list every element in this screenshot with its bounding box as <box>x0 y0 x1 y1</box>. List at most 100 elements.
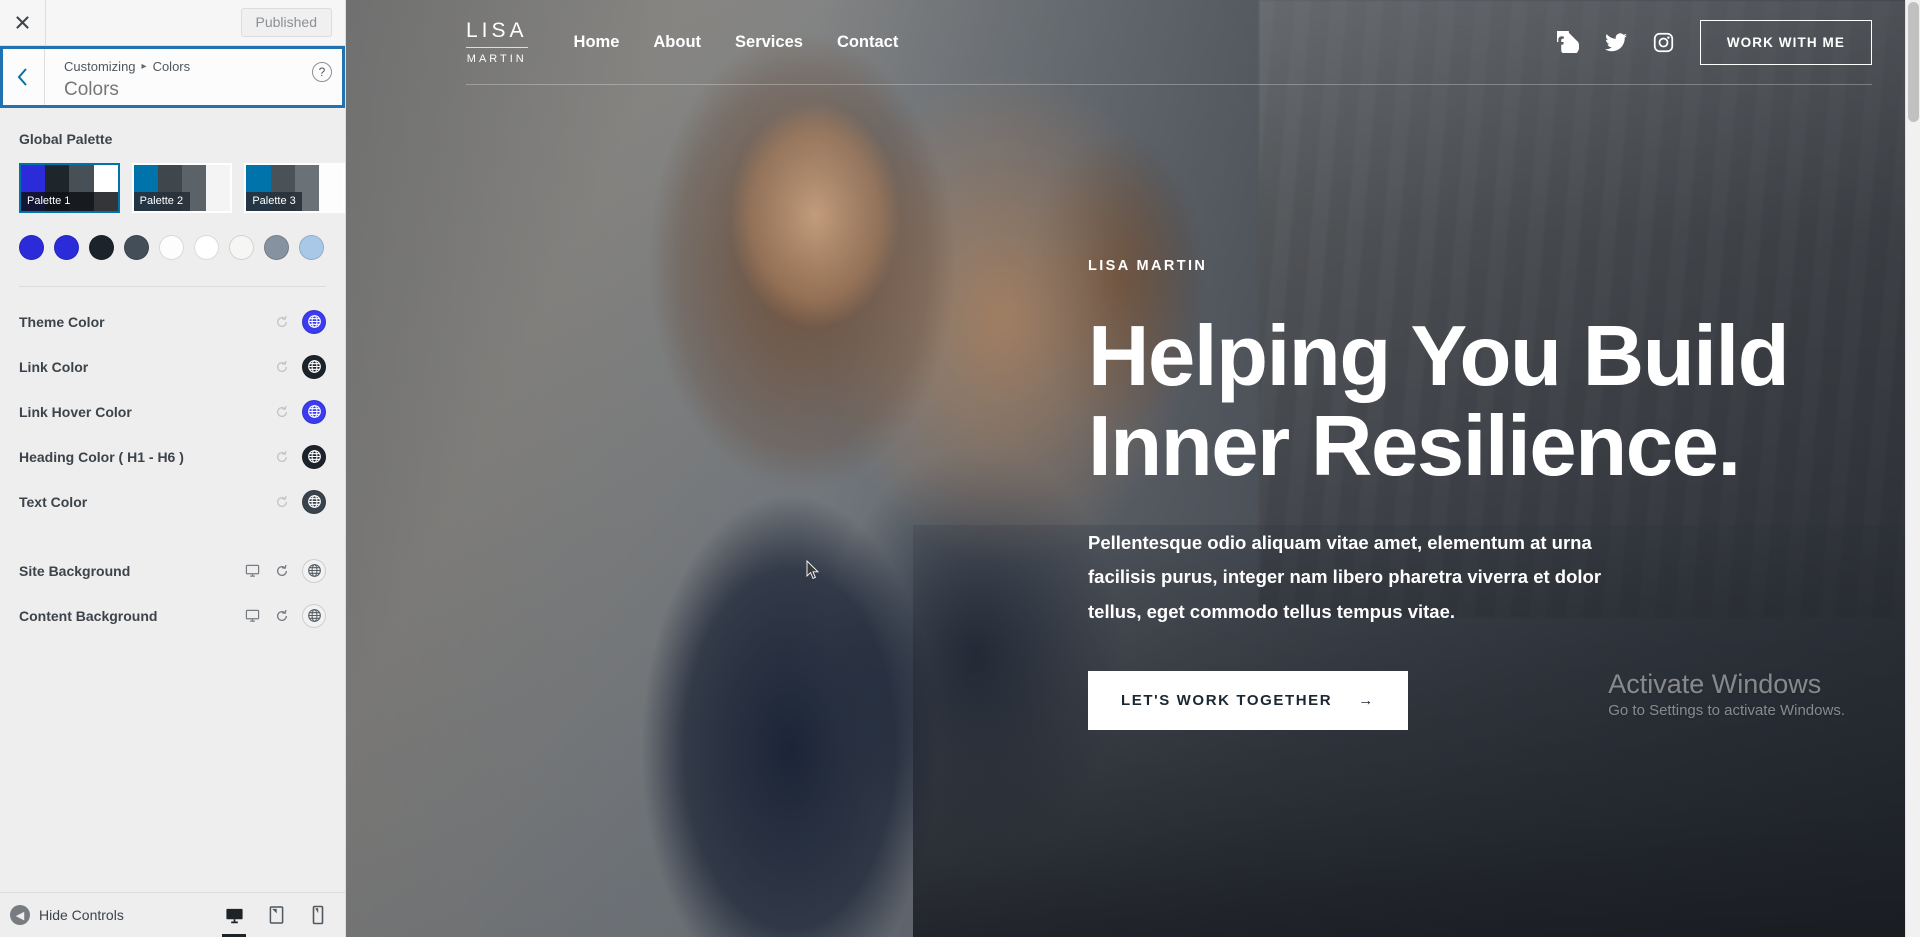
site-preview: LISA MARTIN Home About Services Contact <box>346 0 1920 937</box>
desktop-preview-button[interactable] <box>221 899 247 937</box>
palette-swatch-8[interactable] <box>264 235 289 260</box>
publish-button[interactable]: Published <box>240 8 332 37</box>
reset-heading-color-button[interactable] <box>272 447 292 467</box>
color-controls-group-1: Theme Color Link Color Link Hover Color … <box>0 287 345 524</box>
twitter-icon[interactable] <box>1604 32 1627 52</box>
header-cta-button[interactable]: WORK WITH ME <box>1699 19 1872 65</box>
heading-color-swatch-button[interactable] <box>302 444 326 469</box>
close-customizer-button[interactable] <box>0 0 46 45</box>
palette-swatch-1[interactable] <box>19 235 44 260</box>
desktop-icon <box>225 908 243 923</box>
globe-icon <box>307 495 321 508</box>
hero-cta-button[interactable]: LET'S WORK TOGETHER → <box>1088 670 1408 730</box>
palette-swatch-6[interactable] <box>194 235 219 260</box>
preview-scrollbar[interactable] <box>1905 0 1920 937</box>
palette-option-3[interactable]: Palette 3 <box>244 163 345 213</box>
palette-option-2[interactable]: Palette 2 <box>131 163 233 213</box>
hero-heading: Helping You Build Inner Resilience. <box>1088 309 1808 495</box>
control-link-color: Link Color <box>0 344 345 389</box>
customizer-panel-header: Customizing ▸ Colors Colors ? <box>0 46 345 108</box>
palette-swatch-9[interactable] <box>299 235 324 260</box>
reset-link-hover-color-button[interactable] <box>272 402 292 422</box>
nav-item-services[interactable]: Services <box>735 33 803 52</box>
hero-heading-line1: Helping You Build <box>1088 309 1790 404</box>
reset-text-color-button[interactable] <box>272 492 292 512</box>
reset-icon <box>276 450 288 462</box>
panel-header-text: Customizing ▸ Colors Colors <box>45 49 312 105</box>
hide-controls-label: Hide Controls <box>39 907 124 923</box>
palette-option-2-label: Palette 2 <box>133 191 190 211</box>
site-logo[interactable]: LISA MARTIN <box>466 19 528 65</box>
control-content-background-label: Content Background <box>19 607 158 624</box>
reset-link-color-button[interactable] <box>272 357 292 377</box>
reset-content-background-button[interactable] <box>272 606 292 626</box>
palette-swatch-7[interactable] <box>229 235 254 260</box>
tablet-preview-button[interactable] <box>263 899 289 931</box>
control-text-color-label: Text Color <box>19 493 88 510</box>
globe-icon <box>307 450 321 463</box>
customizer-screen: Published Customizing ▸ Colors Colors ? … <box>0 0 1920 937</box>
theme-color-swatch-button[interactable] <box>302 309 326 334</box>
windows-activation-watermark: Activate Windows Go to Settings to activ… <box>1608 668 1845 719</box>
link-hover-color-swatch-button[interactable] <box>302 399 326 424</box>
hero-heading-line2: Inner Resilience. <box>1088 399 1741 495</box>
palette-swatch-4[interactable] <box>124 235 149 260</box>
site-logo-line1: LISA <box>466 19 528 48</box>
watermark-line1: Activate Windows <box>1608 669 1822 700</box>
hero-paragraph: Pellentesque odio aliquam vitae amet, el… <box>1088 532 1602 622</box>
palette-option-1-label: Palette 1 <box>21 191 118 211</box>
palette-swatch-2[interactable] <box>54 235 79 260</box>
hero-section: LISA MARTIN Helping You Build Inner Resi… <box>1088 258 1808 730</box>
reset-icon <box>276 405 288 417</box>
mobile-preview-button[interactable] <box>305 899 331 931</box>
monitor-icon <box>245 564 259 577</box>
customizer-footer: ◀ Hide Controls <box>0 892 345 937</box>
control-content-background: Content Background <box>0 593 345 638</box>
text-color-swatch-button[interactable] <box>302 489 326 514</box>
control-theme-color-label: Theme Color <box>19 313 105 330</box>
control-link-hover-color: Link Hover Color <box>0 389 345 434</box>
link-color-swatch-button[interactable] <box>302 354 326 379</box>
control-site-background: Site Background <box>0 548 345 593</box>
site-background-swatch-button[interactable] <box>302 558 326 583</box>
hide-controls-button[interactable]: ◀ Hide Controls <box>10 905 124 925</box>
facebook-icon[interactable] <box>1556 31 1579 53</box>
breadcrumb-current: Colors <box>152 59 191 74</box>
control-text-color: Text Color <box>0 479 345 524</box>
content-background-swatch-button[interactable] <box>302 603 326 628</box>
back-button[interactable] <box>0 49 45 105</box>
instagram-icon[interactable] <box>1653 32 1674 53</box>
breadcrumb-root[interactable]: Customizing <box>64 58 136 76</box>
control-heading-color: Heading Color ( H1 - H6 ) <box>0 434 345 479</box>
breadcrumb-separator-icon: ▸ <box>141 61 147 73</box>
palette-swatch-row <box>0 213 345 260</box>
nav-item-home[interactable]: Home <box>574 33 620 52</box>
chevron-left-icon <box>17 68 27 86</box>
panel-title: Colors <box>64 79 119 101</box>
palette-swatch-3[interactable] <box>89 235 114 260</box>
mouse-cursor <box>806 560 820 579</box>
control-link-color-label: Link Color <box>19 358 89 375</box>
palette-option-1[interactable]: Palette 1 <box>19 163 120 213</box>
nav-item-about[interactable]: About <box>653 33 701 52</box>
content-background-device-button[interactable] <box>242 606 262 626</box>
reset-theme-color-button[interactable] <box>272 312 292 332</box>
help-icon[interactable]: ? <box>312 62 332 82</box>
customizer-sidebar: Published Customizing ▸ Colors Colors ? … <box>0 0 346 937</box>
primary-navigation: Home About Services Contact <box>574 33 899 52</box>
globe-icon <box>307 564 321 577</box>
globe-icon <box>307 315 321 328</box>
close-icon <box>16 16 29 29</box>
palette-swatch-5[interactable] <box>159 235 184 260</box>
reset-site-background-button[interactable] <box>272 561 292 581</box>
monitor-icon <box>245 609 259 622</box>
reset-icon <box>276 360 288 372</box>
site-header: LISA MARTIN Home About Services Contact <box>346 0 1920 84</box>
reset-icon <box>276 564 288 576</box>
nav-item-contact[interactable]: Contact <box>837 33 898 52</box>
globe-icon <box>307 360 321 373</box>
collapse-icon: ◀ <box>10 905 30 925</box>
site-background-device-button[interactable] <box>242 561 262 581</box>
scrollbar-thumb[interactable] <box>1908 2 1919 122</box>
social-links <box>1556 31 1674 53</box>
